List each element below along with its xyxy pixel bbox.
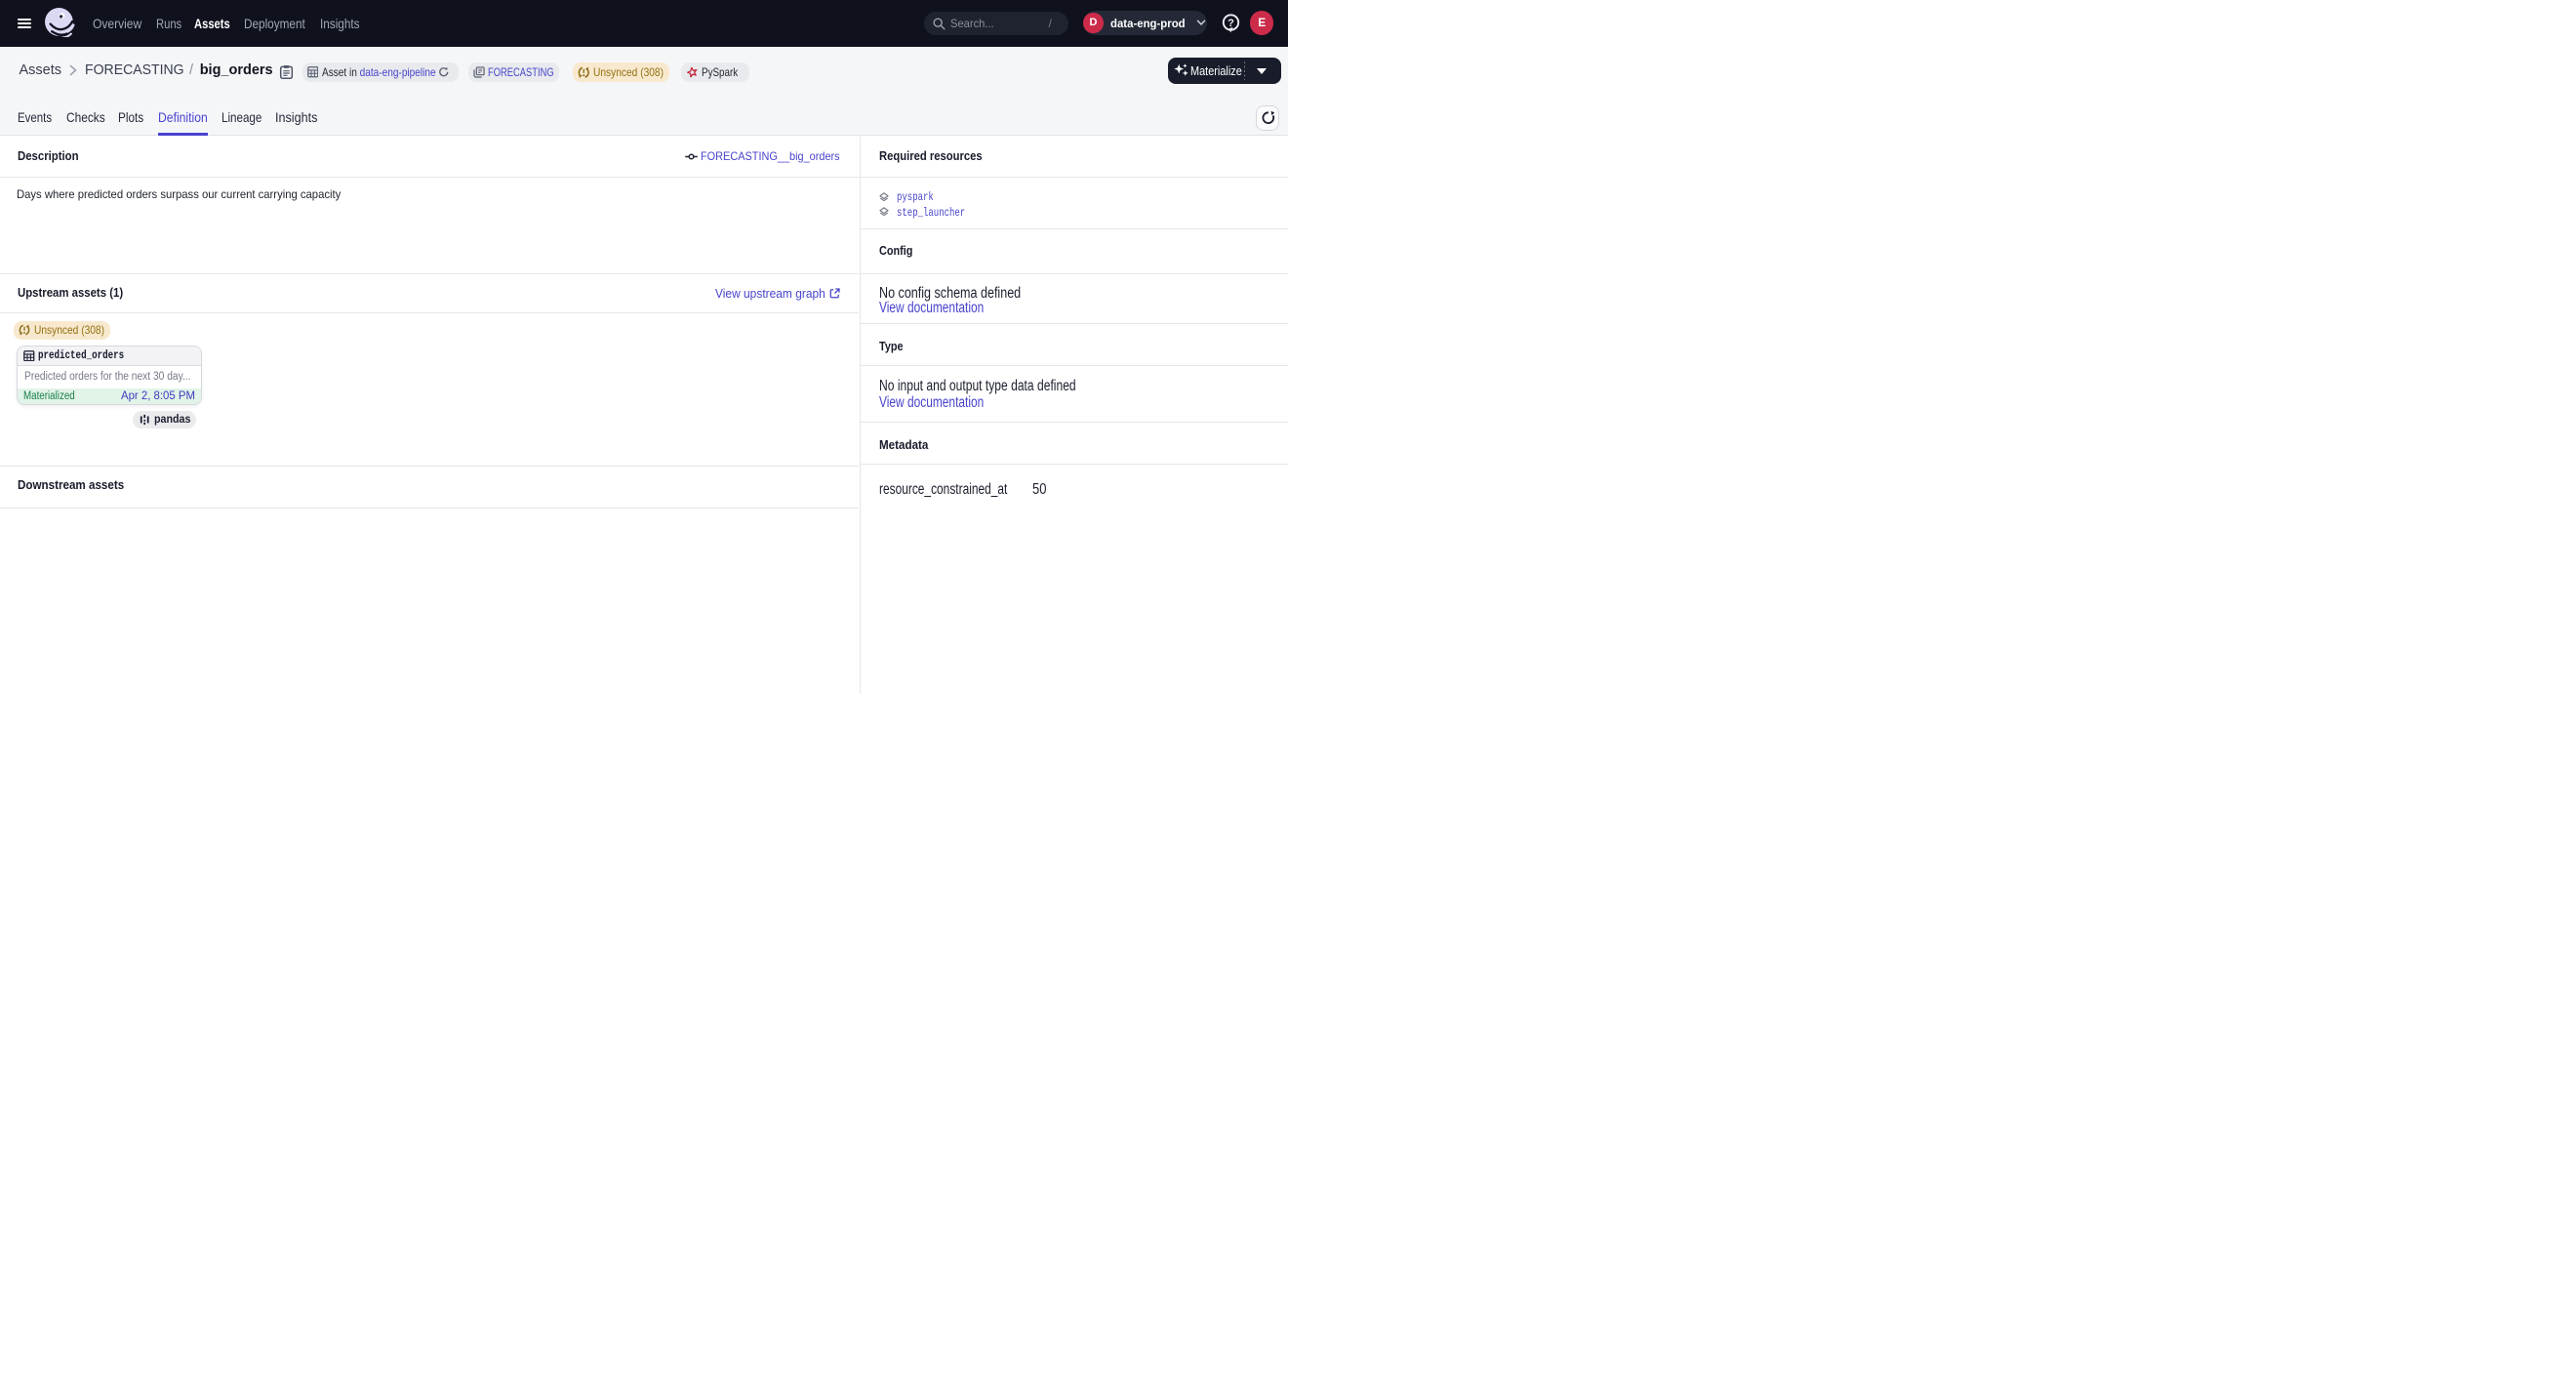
svg-text:?: ? (1228, 18, 1234, 29)
